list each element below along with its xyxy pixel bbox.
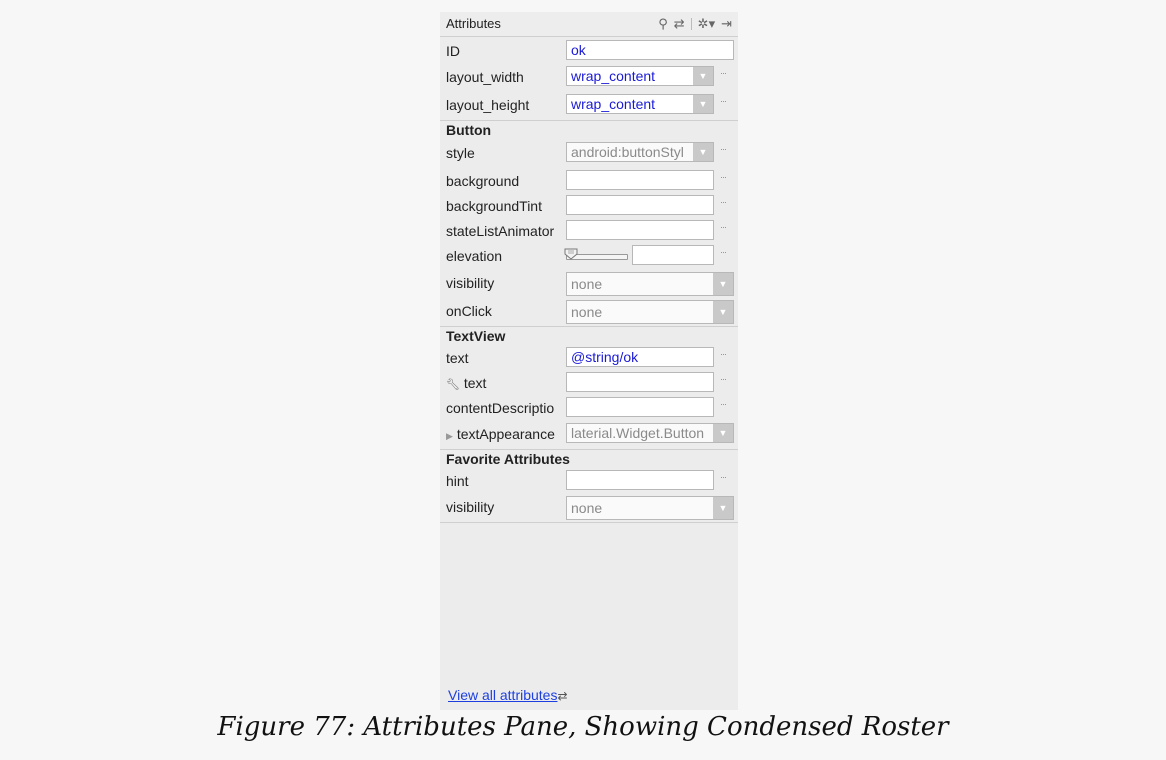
tools-text-field[interactable]: [566, 372, 714, 392]
ellipsis-button[interactable]: ···: [720, 247, 727, 257]
pane-title: Attributes: [446, 16, 501, 31]
section-title: TextView: [446, 328, 506, 344]
chevron-down-icon[interactable]: ▼: [693, 143, 713, 161]
row-onclick: onClick none ▼: [440, 298, 738, 324]
chevron-down-icon[interactable]: ▼: [713, 301, 733, 323]
attr-label: ID: [446, 43, 460, 59]
attr-label: contentDescriptio: [446, 400, 555, 416]
section-favorites: Favorite Attributes: [440, 449, 738, 468]
row-elevation: elevation ···: [440, 243, 738, 269]
attributes-header: Attributes ⚲ ⇄ ✲▾ ⇥: [440, 12, 738, 37]
fav-visibility-combo[interactable]: none ▼: [566, 496, 734, 520]
row-background: background ···: [440, 168, 738, 194]
state-list-animator-field[interactable]: [566, 220, 714, 240]
attr-label-text: textAppearance: [456, 426, 555, 442]
chevron-down-icon[interactable]: ▼: [713, 273, 733, 295]
attr-label: backgroundTint: [446, 198, 542, 214]
combo-value: none: [571, 304, 603, 320]
ellipsis-button[interactable]: ···: [720, 68, 727, 78]
view-all-row: View all attributes⇄: [448, 687, 568, 703]
section-divider: [440, 522, 738, 524]
row-text-appearance: ▶ textAppearance laterial.Widget.Button …: [440, 421, 738, 447]
slider-thumb[interactable]: [564, 248, 578, 260]
row-visibility: visibility none ▼: [440, 270, 738, 296]
layout-height-combo[interactable]: wrap_content ▼: [566, 94, 714, 114]
attributes-pane: Attributes ⚲ ⇄ ✲▾ ⇥ ID ok layout_width w…: [440, 12, 738, 710]
ellipsis-button[interactable]: ···: [720, 222, 727, 232]
row-fav-visibility: visibility none ▼: [440, 494, 738, 520]
attr-label: visibility: [446, 499, 495, 515]
attr-label: layout_width: [446, 69, 524, 85]
view-all-attributes-link[interactable]: View all attributes: [448, 687, 557, 703]
row-hint: hint ···: [440, 468, 738, 494]
row-tools-text: 🔧︎ text ···: [440, 370, 738, 396]
attr-label: style: [446, 145, 475, 161]
attr-label: text: [446, 350, 469, 366]
swap-icon[interactable]: ⇄: [674, 15, 685, 33]
attr-label: hint: [446, 473, 469, 489]
swap-icon[interactable]: ⇄: [557, 689, 567, 703]
header-toolbar: ⚲ ⇄ ✲▾ ⇥: [658, 15, 732, 33]
gear-icon[interactable]: ✲▾: [698, 15, 715, 33]
chevron-down-icon[interactable]: ▼: [693, 95, 713, 113]
combo-value: android:buttonStyl: [571, 144, 684, 160]
attr-label-text: text: [463, 375, 487, 391]
attr-label: stateListAnimator: [446, 223, 555, 239]
attr-label: elevation: [446, 248, 503, 264]
onclick-combo[interactable]: none ▼: [566, 300, 734, 324]
row-style: style android:buttonStyl ▼ ···: [440, 140, 738, 166]
row-content-description: contentDescriptio ···: [440, 395, 738, 421]
figure-caption: Figure 77: Attributes Pane, Showing Cond…: [217, 712, 949, 742]
combo-value: none: [571, 500, 603, 516]
ellipsis-button[interactable]: ···: [720, 349, 727, 359]
wrench-icon: 🔧︎: [446, 379, 460, 391]
row-layout-height: layout_height wrap_content ▼ ···: [440, 92, 738, 118]
background-tint-field[interactable]: [566, 195, 714, 215]
ellipsis-button[interactable]: ···: [720, 399, 727, 409]
ellipsis-button[interactable]: ···: [720, 374, 727, 384]
layout-width-combo[interactable]: wrap_content ▼: [566, 66, 714, 86]
combo-value: wrap_content: [571, 68, 656, 84]
attr-label: visibility: [446, 275, 495, 291]
style-combo[interactable]: android:buttonStyl ▼: [566, 142, 714, 162]
section-button: Button: [440, 120, 738, 139]
collapse-icon[interactable]: ⇥: [721, 15, 732, 33]
visibility-combo[interactable]: none ▼: [566, 272, 734, 296]
attr-label: 🔧︎ text: [446, 375, 564, 391]
combo-value: wrap_content: [571, 96, 656, 112]
ellipsis-button[interactable]: ···: [720, 96, 727, 106]
text-appearance-combo[interactable]: laterial.Widget.Button ▼: [566, 423, 734, 443]
background-field[interactable]: [566, 170, 714, 190]
attr-label: background: [446, 173, 520, 189]
text-field[interactable]: @string/ok: [566, 347, 714, 367]
row-state-list-animator: stateListAnimator ···: [440, 218, 738, 244]
elevation-field[interactable]: [632, 245, 714, 265]
combo-value: none: [571, 276, 603, 292]
content-description-field[interactable]: [566, 397, 714, 417]
ellipsis-button[interactable]: ···: [720, 472, 727, 482]
row-id: ID ok: [440, 38, 738, 64]
ellipsis-button[interactable]: ···: [720, 172, 727, 182]
row-text: text @string/ok ···: [440, 345, 738, 371]
id-field[interactable]: ok: [566, 40, 734, 60]
hint-field[interactable]: [566, 470, 714, 490]
section-textview: TextView: [440, 326, 738, 345]
ellipsis-button[interactable]: ···: [720, 197, 727, 207]
toolbar-divider: [690, 18, 692, 30]
chevron-down-icon[interactable]: ▼: [693, 67, 713, 85]
search-icon[interactable]: ⚲: [658, 15, 668, 33]
combo-value: laterial.Widget.Button: [571, 425, 705, 441]
chevron-down-icon[interactable]: ▼: [713, 424, 733, 442]
row-layout-width: layout_width wrap_content ▼ ···: [440, 64, 738, 90]
expand-triangle-icon[interactable]: ▶: [446, 431, 453, 441]
section-title: Button: [446, 122, 492, 138]
section-title: Favorite Attributes: [446, 451, 570, 467]
chevron-down-icon[interactable]: ▼: [713, 497, 733, 519]
attr-label[interactable]: ▶ textAppearance: [446, 426, 564, 442]
row-background-tint: backgroundTint ···: [440, 193, 738, 219]
attr-label: onClick: [446, 303, 492, 319]
attr-label: layout_height: [446, 97, 530, 113]
ellipsis-button[interactable]: ···: [720, 144, 727, 154]
